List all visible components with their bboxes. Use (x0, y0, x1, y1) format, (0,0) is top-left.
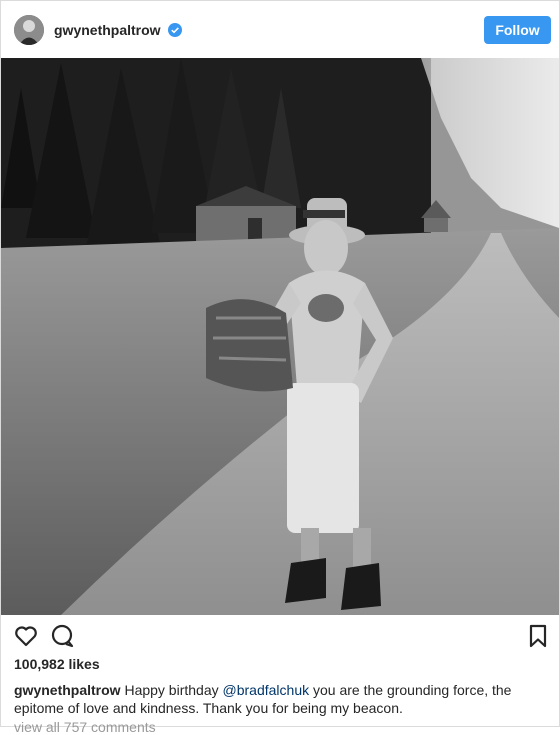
photo-image (1, 58, 559, 615)
instagram-post: gwynethpaltrow Follow 100,982 likes gwyn… (0, 0, 560, 735)
post-photo[interactable] (1, 58, 559, 615)
bookmark-icon[interactable] (525, 623, 551, 649)
verified-badge-icon (168, 23, 182, 37)
comment-icon[interactable] (49, 623, 75, 649)
caption-mention[interactable]: @bradfalchuk (223, 682, 310, 698)
avatar[interactable] (14, 15, 44, 45)
heart-icon[interactable] (13, 623, 39, 649)
avatar-image (14, 15, 44, 45)
view-comments-link[interactable]: view all 757 comments (14, 719, 156, 735)
caption-text-before: Happy birthday (124, 682, 219, 698)
post-username[interactable]: gwynethpaltrow (54, 22, 161, 38)
action-bar (1, 615, 559, 655)
caption-username[interactable]: gwynethpaltrow (14, 682, 121, 698)
post-caption: gwynethpaltrow Happy birthday @bradfalch… (14, 681, 544, 717)
post-header: gwynethpaltrow Follow (1, 1, 559, 58)
follow-button[interactable]: Follow (484, 16, 551, 44)
likes-count[interactable]: 100,982 likes (14, 656, 100, 672)
